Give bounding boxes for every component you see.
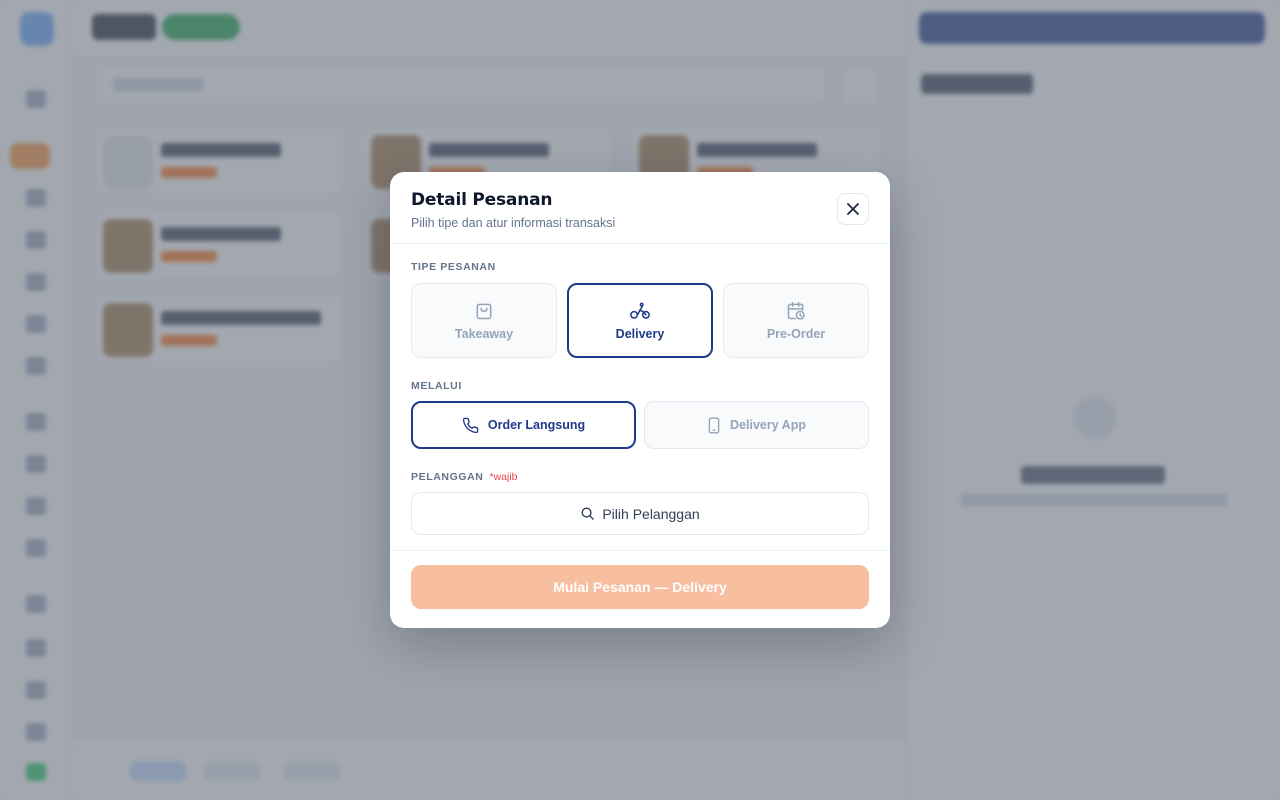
order-type-delivery-label: Delivery <box>615 326 665 341</box>
via-direct-order[interactable]: Order Langsung <box>411 401 636 449</box>
order-type-label: TIPE PESANAN <box>411 261 496 273</box>
modal-subtitle: Pilih tipe dan atur informasi transaksi <box>411 216 616 230</box>
order-type-takeaway[interactable]: Takeaway <box>411 283 557 358</box>
calendar-clock-icon <box>787 301 805 320</box>
via-delivery-app[interactable]: Delivery App <box>644 401 869 449</box>
shopping-bag-icon <box>476 303 492 319</box>
close-button[interactable] <box>837 193 869 225</box>
modal-footer: Mulai Pesanan — Delivery <box>390 550 890 628</box>
select-customer-button[interactable]: Pilih Pelanggan <box>411 492 869 535</box>
modal-title: Detail Pesanan <box>411 190 553 210</box>
required-note: *wajib <box>489 471 518 483</box>
customer-label-text: PELANGGAN <box>411 471 484 483</box>
bike-icon <box>630 302 650 319</box>
order-type-takeaway-label: Takeaway <box>454 326 514 341</box>
order-type-delivery[interactable]: Delivery <box>567 283 713 358</box>
via-direct-order-label: Order Langsung <box>487 418 586 432</box>
order-type-preorder[interactable]: Pre-Order <box>723 283 869 358</box>
smartphone-icon <box>708 416 720 434</box>
customer-label: PELANGGAN *wajib <box>411 471 518 483</box>
order-type-preorder-label: Pre-Order <box>766 326 826 341</box>
select-customer-label: Pilih Pelanggan <box>602 505 700 522</box>
modal-header: Detail Pesanan Pilih tipe dan atur infor… <box>390 172 890 244</box>
phone-icon <box>462 417 479 433</box>
start-order-button[interactable]: Mulai Pesanan — Delivery <box>411 565 869 609</box>
via-delivery-app-label: Delivery App <box>730 418 806 432</box>
order-detail-modal: Detail Pesanan Pilih tipe dan atur infor… <box>390 172 890 628</box>
close-icon <box>847 203 859 215</box>
via-label: MELALUI <box>411 380 462 392</box>
search-icon <box>581 507 595 520</box>
